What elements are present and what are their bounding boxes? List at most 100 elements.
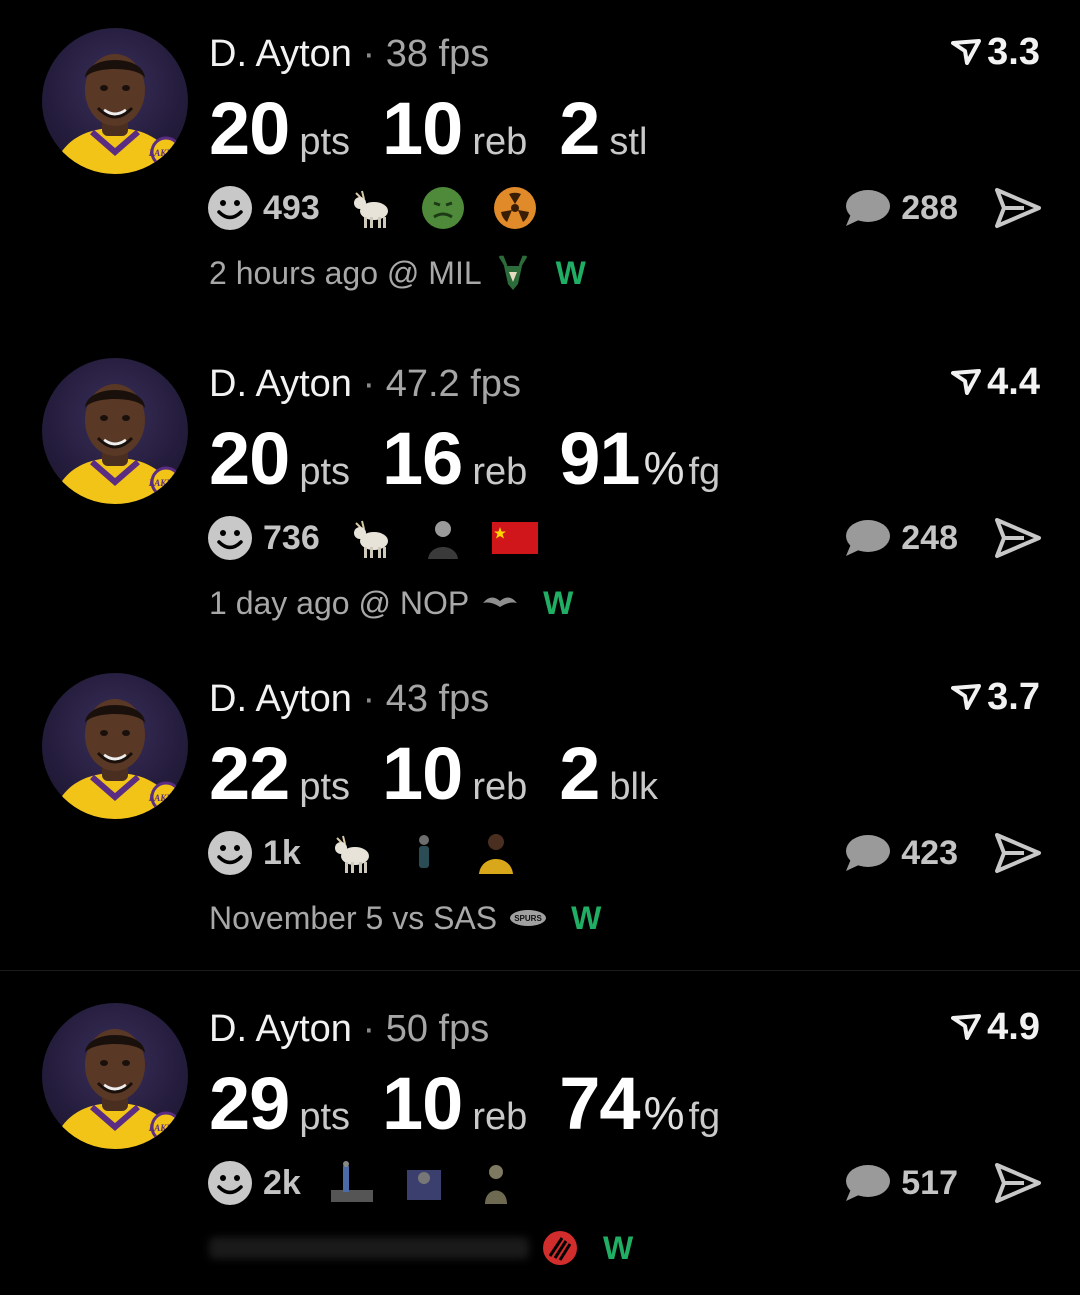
game-info[interactable]: 2 hours ago @ MIL: [209, 255, 482, 292]
comments-button[interactable]: 517: [843, 1159, 958, 1207]
player-avatar[interactable]: LAKERS: [42, 673, 188, 819]
rating-chevron-icon: [951, 39, 982, 65]
game-card[interactable]: LAKERS D. Ayton · 43 fps 3.7 22 pts 10 r…: [0, 645, 1080, 965]
person-photo-icon[interactable]: [420, 515, 466, 561]
reaction-bar: 736: [207, 512, 564, 564]
stat-rebounds-unit: reb: [472, 1096, 528, 1138]
title-separator: ·: [362, 678, 376, 720]
goat-icon[interactable]: [348, 185, 394, 231]
stat-points-unit: pts: [299, 766, 351, 808]
title-separator: ·: [362, 1008, 376, 1050]
comments-button[interactable]: 248: [843, 514, 958, 562]
share-icon[interactable]: [994, 831, 1042, 875]
game-card[interactable]: LAKERS D. Ayton · 38 fps 3.3 20 pts 10 r…: [0, 0, 1080, 320]
game-result: W: [543, 584, 574, 621]
game-footer: 2 hours ago @ MIL W: [209, 252, 586, 294]
comment-bubble-icon: [846, 190, 891, 226]
china-flag-icon[interactable]: [491, 515, 538, 561]
player-avatar[interactable]: LAKERS: [42, 1003, 188, 1149]
comments-button[interactable]: 423: [843, 829, 958, 877]
smile-icon[interactable]: [207, 830, 253, 876]
stat-points-unit: pts: [299, 1096, 351, 1138]
rating: 4.9: [951, 1007, 1040, 1047]
stat-fg-percent: 91: [559, 417, 640, 500]
game-info[interactable]: November 5 vs SAS: [209, 900, 497, 937]
stat-fg-unit: fg: [688, 1096, 721, 1138]
person-photo-icon[interactable]: [401, 830, 447, 876]
stat-steals: 2: [559, 87, 600, 170]
person-photo-icon[interactable]: [401, 1160, 447, 1206]
game-result: W: [603, 1229, 634, 1266]
comment-count: 288: [901, 188, 958, 227]
game-info[interactable]: [209, 1237, 529, 1259]
card-title: D. Ayton · 50 fps: [209, 1009, 489, 1049]
spurs-logo-icon: SPURS: [509, 899, 547, 937]
lakers-player-icon[interactable]: [473, 830, 519, 876]
comments-button[interactable]: 288: [843, 184, 958, 232]
stat-fg-percent: 74: [559, 1062, 640, 1145]
sick-face-icon[interactable]: [420, 185, 466, 231]
smile-icon[interactable]: [207, 185, 253, 231]
stat-rebounds: 10: [382, 87, 463, 170]
stat-points: 22: [209, 732, 290, 815]
svg-text:LAKERS: LAKERS: [148, 148, 184, 158]
player-name[interactable]: D. Ayton: [209, 1008, 352, 1050]
goat-icon[interactable]: [329, 830, 375, 876]
share-icon[interactable]: [994, 186, 1042, 230]
game-card[interactable]: LAKERS D. Ayton · 50 fps 4.9 29 pts 10 r…: [0, 975, 1080, 1295]
goat-icon[interactable]: [348, 515, 394, 561]
stat-fg-unit: fg: [688, 451, 721, 493]
smile-icon[interactable]: [207, 1160, 253, 1206]
stat-blocks-unit: blk: [609, 766, 658, 808]
svg-text:LAKERS: LAKERS: [148, 793, 184, 803]
stat-rebounds-unit: reb: [472, 121, 528, 163]
rating-value: 4.9: [987, 1006, 1040, 1048]
stat-rebounds: 10: [382, 732, 463, 815]
fps-score: 47.2 fps: [385, 363, 521, 405]
player-name[interactable]: D. Ayton: [209, 678, 352, 720]
stat-points: 20: [209, 87, 290, 170]
pelicans-logo-icon: [481, 584, 519, 622]
share-icon[interactable]: [994, 1161, 1042, 1205]
smile-icon[interactable]: [207, 515, 253, 561]
rating-chevron-icon: [951, 369, 982, 395]
statue-photo-icon[interactable]: [473, 1160, 519, 1206]
dunk-photo-icon[interactable]: [329, 1160, 375, 1206]
stat-rebounds: 10: [382, 1062, 463, 1145]
feed-divider: [0, 970, 1080, 971]
stat-rebounds-unit: reb: [472, 451, 528, 493]
rating-value: 4.4: [987, 361, 1040, 403]
rating: 4.4: [951, 362, 1040, 402]
game-info[interactable]: 1 day ago @ NOP: [209, 585, 469, 622]
stat-rebounds-unit: reb: [472, 766, 528, 808]
comment-count: 248: [901, 518, 958, 557]
stat-percent-sign: %: [643, 1087, 685, 1139]
rating-chevron-icon: [951, 1014, 982, 1040]
game-result: W: [555, 254, 586, 291]
card-title: D. Ayton · 38 fps: [209, 34, 489, 74]
title-separator: ·: [362, 363, 376, 405]
rating-chevron-icon: [951, 684, 982, 710]
smile-count: 493: [263, 188, 320, 227]
rating: 3.7: [951, 677, 1040, 717]
rating: 3.3: [951, 32, 1040, 72]
share-icon[interactable]: [994, 516, 1042, 560]
stat-blocks: 2: [559, 732, 600, 815]
smile-count: 1k: [263, 833, 301, 872]
title-separator: ·: [362, 33, 376, 75]
fps-score: 38 fps: [385, 33, 490, 75]
stat-rebounds: 16: [382, 417, 463, 500]
player-name[interactable]: D. Ayton: [209, 363, 352, 405]
stat-points-unit: pts: [299, 121, 351, 163]
player-name[interactable]: D. Ayton: [209, 33, 352, 75]
player-avatar[interactable]: LAKERS: [42, 28, 188, 174]
radioactive-icon[interactable]: [492, 185, 538, 231]
stat-points-unit: pts: [299, 451, 351, 493]
stat-line: 29 pts 10 reb 74 % fg: [209, 1061, 752, 1145]
game-card[interactable]: LAKERS D. Ayton · 47.2 fps 4.4 20 pts 16…: [0, 330, 1080, 650]
game-result: W: [571, 899, 602, 936]
stat-line: 22 pts 10 reb 2 blk: [209, 731, 690, 815]
player-avatar[interactable]: LAKERS: [42, 358, 188, 504]
game-footer: W: [209, 1227, 633, 1269]
comment-bubble-icon: [846, 835, 891, 871]
